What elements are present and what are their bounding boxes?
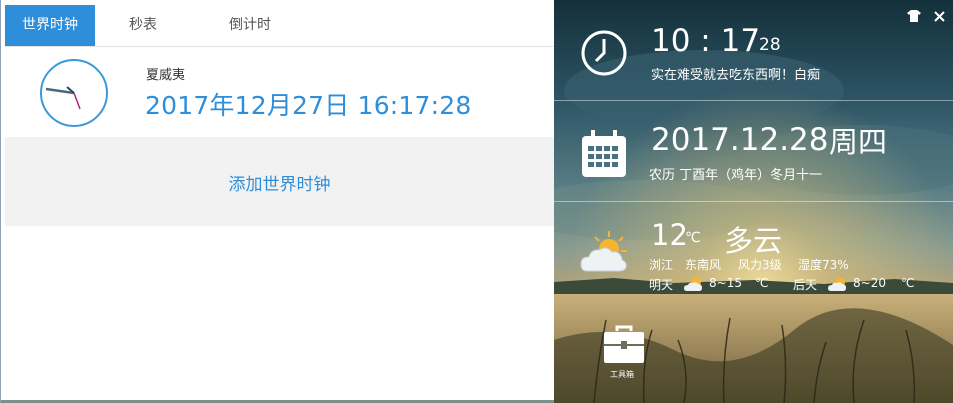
forecast-tomorrow-icon [684, 277, 702, 291]
current-seconds: 28 [759, 35, 781, 55]
humidity: 湿度73% [798, 258, 849, 272]
forecast-dayafter-range: 8~20 [853, 276, 886, 290]
forecast-dayafter-icon [828, 277, 846, 291]
temperature: 12 [651, 218, 688, 252]
weather-cloud-sun-icon [580, 231, 627, 272]
current-time: 10 : 17 [651, 23, 761, 59]
world-clock-panel: 世界时钟 秒表 倒计时 夏威夷 2017年12月27日 16:17:28 添加世… [0, 0, 555, 403]
add-world-clock-area: 添加世界时钟 [5, 137, 554, 226]
forecast-tomorrow-unit: ℃ [755, 276, 769, 290]
wind-level: 风力3级 [738, 258, 782, 272]
toolbox-icon[interactable] [602, 325, 646, 365]
toolbox-label: 工具箱 [610, 370, 634, 379]
tab-stopwatch[interactable]: 秒表 [117, 5, 169, 46]
wind-direction: 东南风 [685, 258, 722, 272]
city-name: 夏威夷 [146, 68, 186, 83]
add-world-clock-button[interactable]: 添加世界时钟 [5, 170, 554, 195]
temperature-unit: ℃ [685, 230, 701, 246]
tab-world-clock[interactable]: 世界时钟 [5, 5, 95, 46]
weather-location: 浏江 [649, 258, 674, 272]
lunar-date: 农历 丁酉年（鸡年）冬月十一 [649, 168, 823, 183]
quote-text: 实在难受就去吃东西啊！白痴 [651, 68, 821, 83]
tab-bar: 世界时钟 秒表 倒计时 [5, 5, 554, 47]
info-panel: 10 : 17 28 实在难受就去吃东西啊！白痴 2017.12.28 周四 农… [554, 0, 953, 403]
current-date: 2017.12.28 [651, 122, 829, 158]
clock-icon [581, 30, 627, 76]
calendar-icon [582, 130, 626, 177]
tab-countdown[interactable]: 倒计时 [219, 5, 281, 46]
forecast-dayafter-label: 后天 [793, 278, 818, 292]
city-datetime: 2017年12月27日 16:17:28 [145, 91, 472, 120]
forecast-tomorrow-label: 明天 [649, 278, 674, 292]
close-icon[interactable] [934, 11, 945, 22]
forecast-dayafter-unit: ℃ [901, 276, 915, 290]
analog-clock-icon [40, 59, 108, 127]
world-clock-entry[interactable]: 夏威夷 2017年12月27日 16:17:28 [5, 47, 554, 137]
weekday: 周四 [829, 125, 888, 159]
forecast-tomorrow-range: 8~15 [709, 276, 742, 290]
shirt-icon[interactable] [907, 10, 921, 22]
weather-condition: 多云 [724, 224, 783, 258]
